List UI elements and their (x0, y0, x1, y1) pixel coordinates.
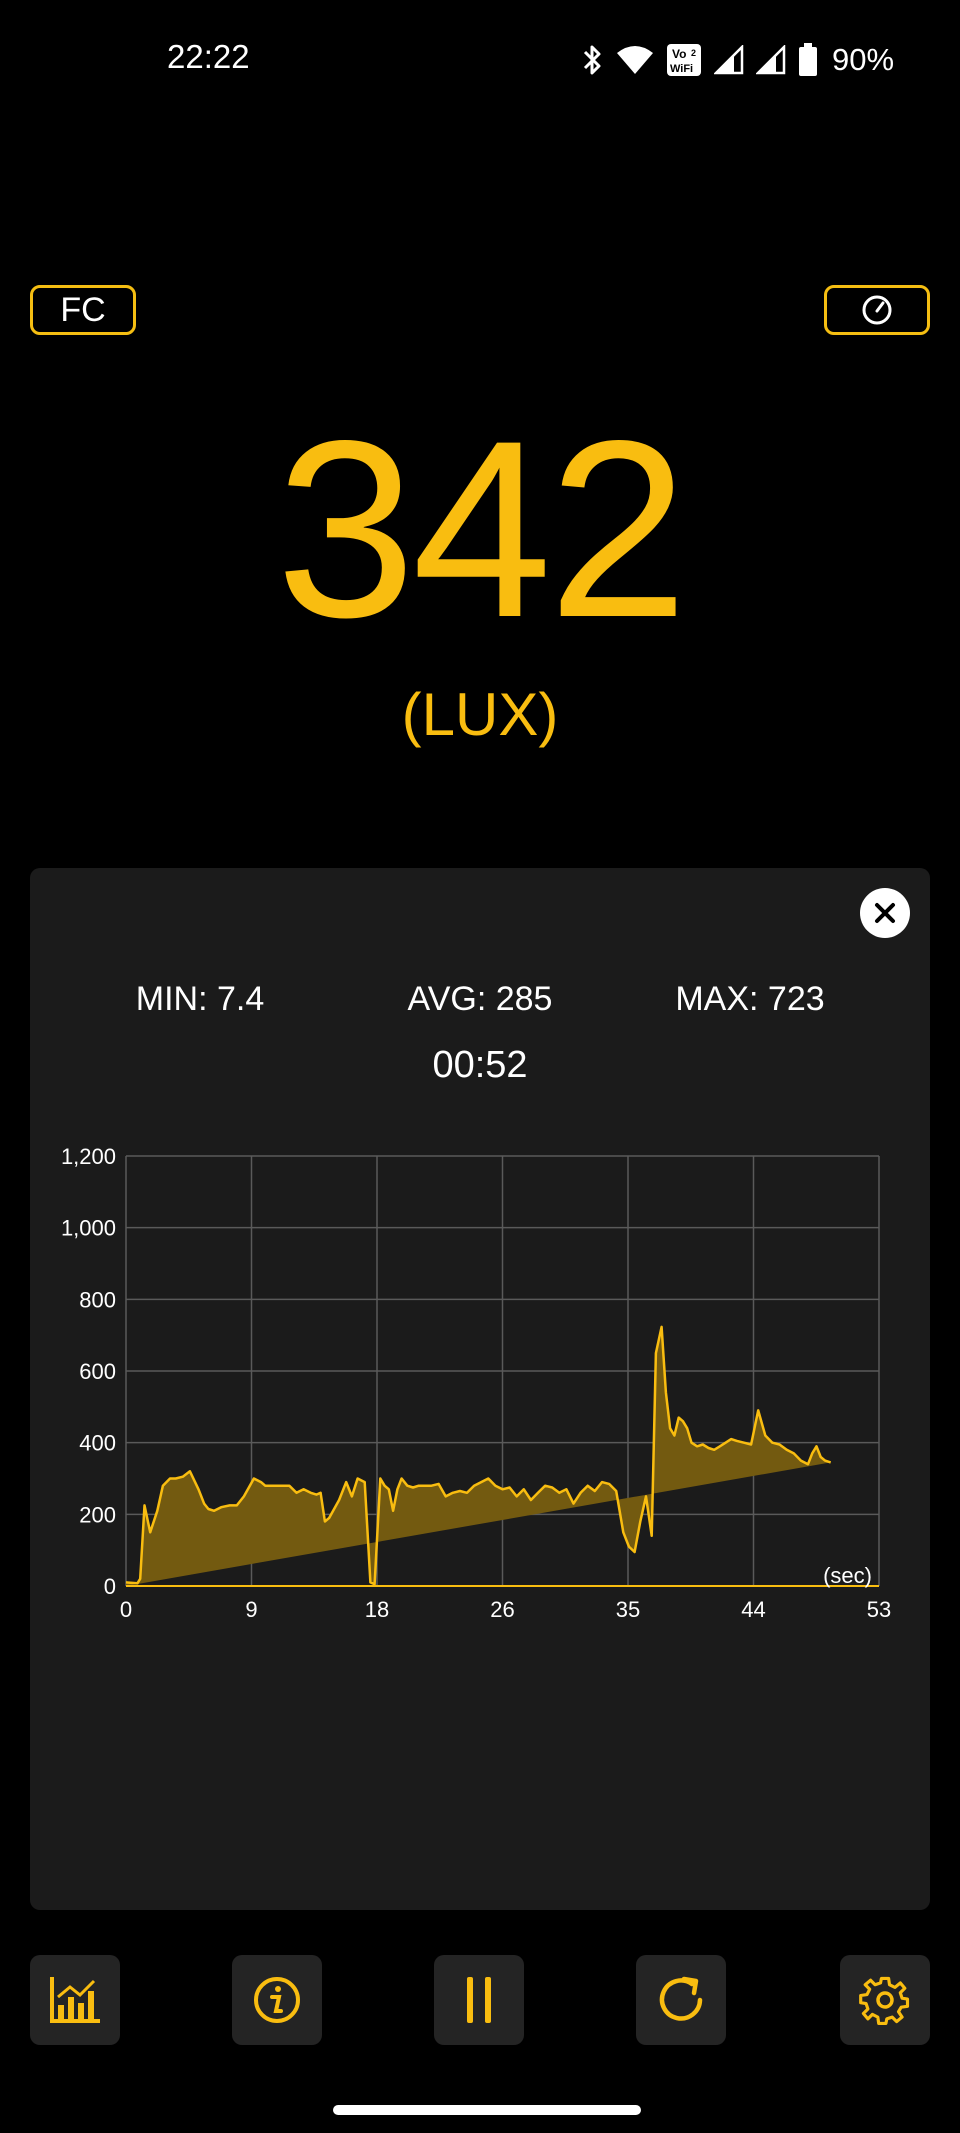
refresh-icon (659, 1976, 703, 2021)
signal-icon (756, 45, 786, 75)
wifi-icon (617, 46, 653, 74)
x-tick-label: 26 (490, 1597, 514, 1622)
y-tick-label: 200 (79, 1502, 116, 1527)
vowifi-icon: Vo 2 WiFi (667, 44, 701, 76)
y-tick-label: 600 (79, 1359, 116, 1384)
history-chart-button[interactable] (30, 1955, 120, 2045)
battery-percent: 90% (832, 42, 895, 77)
x-axis-unit-label: (sec) (823, 1563, 872, 1588)
vowifi-top-label: Vo (672, 47, 686, 61)
lux-reading-value: 342 (275, 389, 688, 670)
vowifi-sub-label: 2 (691, 48, 696, 58)
bottom-toolbar (0, 1955, 960, 2047)
battery-icon (799, 43, 817, 76)
lux-history-chart: 0 200 400 600 800 1,000 1,200 0 9 18 26 35 44 53 (sec… (61, 1144, 891, 1622)
x-tick-label: 35 (616, 1597, 640, 1622)
x-tick-label: 0 (120, 1597, 132, 1622)
gauge-icon (862, 295, 892, 325)
status-icons: Vo 2 WiFi 90% (580, 40, 894, 80)
x-tick-label: 9 (245, 1597, 257, 1622)
settings-button[interactable] (840, 1955, 930, 2045)
y-tick-label: 800 (79, 1287, 116, 1312)
x-tick-label: 18 (365, 1597, 389, 1622)
reset-button[interactable] (636, 1955, 726, 2045)
pause-button[interactable] (434, 1955, 524, 2045)
graph-panel: MIN: 7.4 AVG: 285 MAX: 723 00:52 0 200 400… (30, 868, 930, 1910)
lux-area-fill (126, 1326, 831, 1586)
x-tick-label: 53 (867, 1597, 891, 1622)
signal-icon (714, 45, 744, 75)
gauge-mode-button[interactable] (824, 285, 930, 335)
gear-icon (859, 1976, 910, 2025)
lux-unit-label: (LUX) (401, 681, 559, 748)
status-time: 22:22 (167, 38, 250, 75)
chart-icon (50, 1977, 100, 2023)
y-tick-label: 1,000 (61, 1216, 116, 1241)
x-tick-label: 44 (741, 1597, 765, 1622)
vowifi-bottom-label: WiFi (670, 63, 693, 75)
info-button[interactable] (232, 1955, 322, 2045)
y-tick-label: 1,200 (61, 1144, 116, 1169)
home-indicator[interactable] (333, 2105, 641, 2115)
unit-toggle-button[interactable]: FC (30, 285, 136, 335)
status-bar: 22:22 Vo 2 WiFi 90% (0, 0, 960, 120)
info-icon (254, 1977, 300, 2023)
bluetooth-icon (583, 45, 601, 75)
y-tick-label: 0 (104, 1574, 116, 1599)
pause-icon (467, 1977, 491, 2023)
y-tick-label: 400 (79, 1431, 116, 1456)
